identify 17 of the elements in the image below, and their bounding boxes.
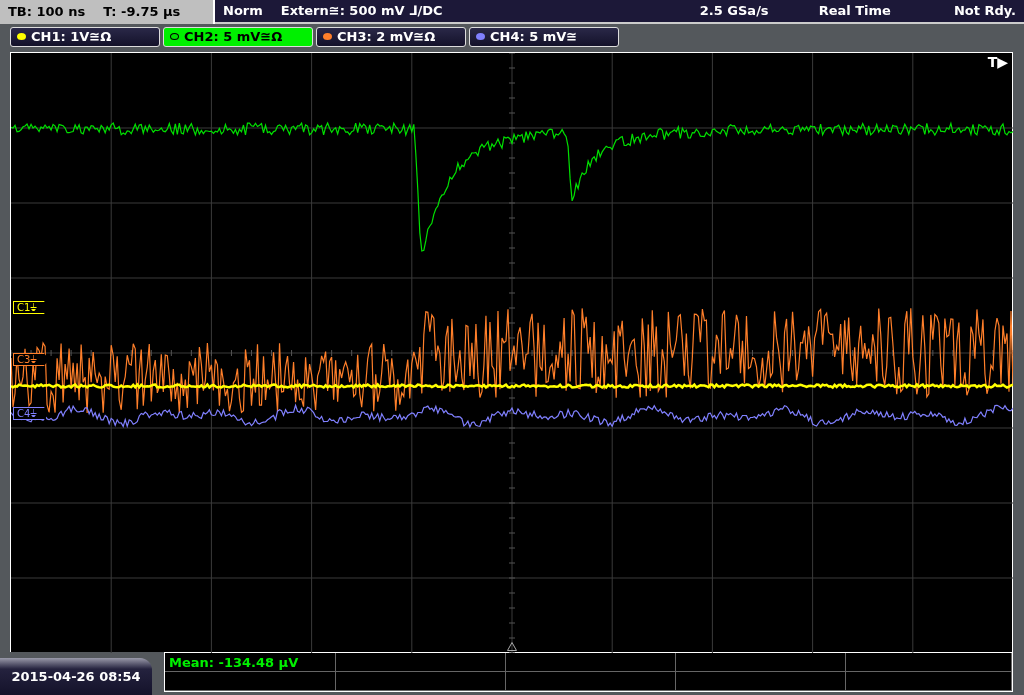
channel-tab[interactable]: CH3: 2 mV≅Ω: [316, 26, 466, 47]
trigger-mode: Norm: [223, 3, 263, 19]
channel-tab[interactable]: CH4: 5 mV≅: [469, 26, 619, 47]
trigger-source: Extern≅: 500 mV ⅃/DC: [280, 3, 443, 19]
acquisition-state: Not Rdy.: [953, 3, 1016, 19]
channel-tab[interactable]: CH2: 5 mV≅Ω: [163, 26, 313, 47]
trigger-time: T: -9.75 µs: [103, 4, 181, 20]
channel-marker[interactable]: C4⏚: [13, 407, 50, 420]
trigger-position-icon: [507, 642, 517, 651]
channel-marker[interactable]: C3⏚: [13, 353, 50, 366]
channel-tab[interactable]: CH1: 1V≅Ω: [10, 26, 160, 47]
trigger-marker[interactable]: T▶: [987, 54, 1008, 70]
timestamp: 2015-04-26 08:54: [0, 658, 152, 695]
measurement-result: Mean: -134.48 µV: [165, 653, 336, 672]
acquisition-mode: Real Time: [818, 3, 891, 19]
sample-rate: 2.5 GSa/s: [699, 3, 769, 19]
timebase: TB: 100 ns: [8, 4, 86, 20]
